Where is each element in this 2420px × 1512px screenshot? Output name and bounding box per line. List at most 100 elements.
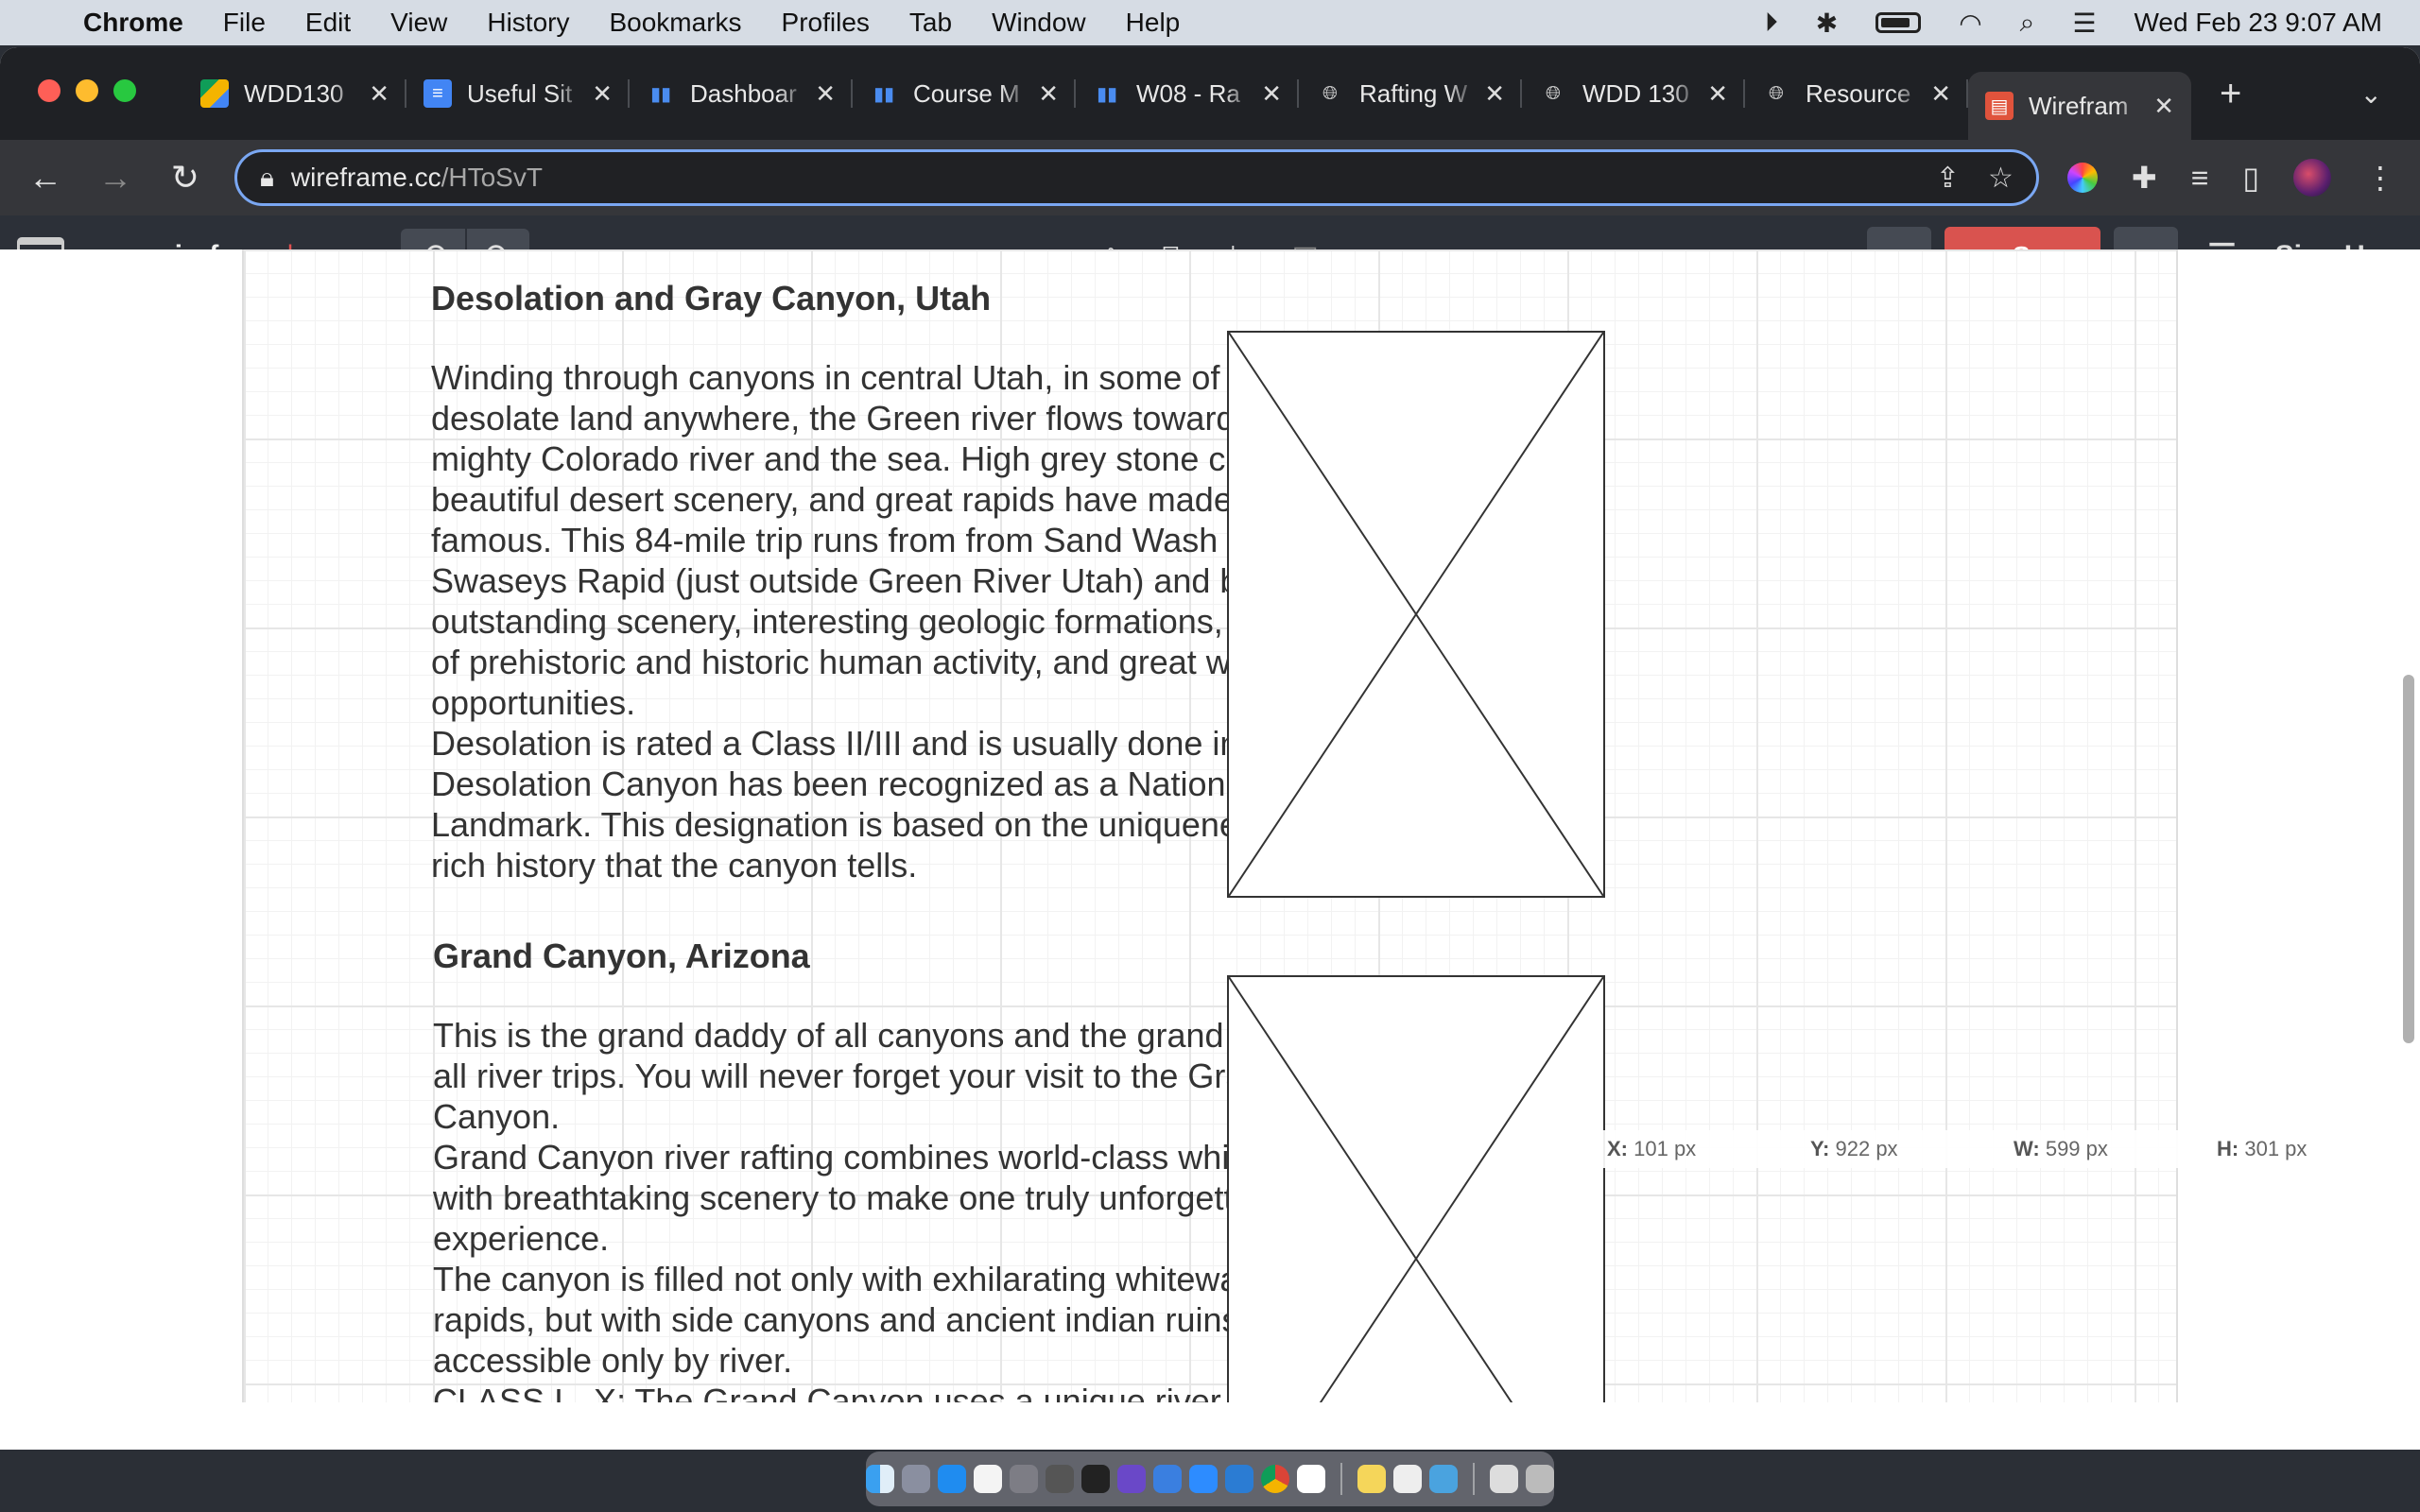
preview-icon[interactable] bbox=[1429, 1465, 1458, 1493]
menu-history[interactable]: History bbox=[487, 8, 569, 38]
close-icon[interactable]: ✕ bbox=[1038, 79, 1059, 109]
image-placeholder[interactable] bbox=[1227, 975, 1605, 1402]
menu-edit[interactable]: Edit bbox=[305, 8, 351, 38]
app-store-icon[interactable] bbox=[938, 1465, 966, 1493]
textedit-icon[interactable] bbox=[1393, 1465, 1422, 1493]
canvas-lms-icon: ▮▮ bbox=[1096, 83, 1117, 105]
side-panel-icon[interactable]: ▯ bbox=[2242, 160, 2259, 196]
placeholder-cross bbox=[1229, 333, 1603, 896]
browser-toolbar: ← → ↻ 🔒︎ wireframe.cc/HToSvT ⇪ ☆ ✚ ≡ ▯ ⋮ bbox=[0, 140, 2420, 215]
close-icon[interactable]: ✕ bbox=[1930, 79, 1951, 109]
menu-profiles[interactable]: Profiles bbox=[782, 8, 870, 38]
section-heading: Grand Canyon, Arizona bbox=[433, 936, 810, 975]
tab-wdd-130[interactable]: 🌐︎ WDD 130 ✕ bbox=[1522, 62, 1745, 125]
dock-separator bbox=[1340, 1463, 1342, 1495]
launchpad-icon[interactable] bbox=[902, 1465, 930, 1493]
zoom-window-button[interactable] bbox=[113, 79, 136, 102]
tab-w08[interactable]: ▮▮ W08 - Ra ✕ bbox=[1076, 62, 1299, 125]
bluetooth-off-icon[interactable]: ✱ bbox=[1816, 8, 1838, 39]
url-path: /HToSvT bbox=[441, 163, 543, 192]
tab-strip: WDD130 ✕ ≡ Useful Sit ✕ ▮▮ Dashboar ✕ ▮▮… bbox=[0, 47, 2420, 140]
battery-icon[interactable] bbox=[1876, 12, 1922, 33]
finder-icon[interactable] bbox=[866, 1465, 894, 1493]
teams-icon[interactable] bbox=[1153, 1465, 1182, 1493]
menu-view[interactable]: View bbox=[390, 8, 447, 38]
reload-icon[interactable]: ↻ bbox=[164, 158, 206, 198]
tab-useful-sites[interactable]: ≡ Useful Sit ✕ bbox=[406, 62, 630, 125]
calculator-icon[interactable] bbox=[1046, 1465, 1074, 1493]
globe-icon: 🌐︎ bbox=[1769, 82, 1784, 104]
wireframe-sheet[interactable]: Desolation and Gray Canyon, Utah Winding… bbox=[242, 249, 2178, 1402]
notes-icon[interactable] bbox=[1357, 1465, 1386, 1493]
menubar-clock[interactable]: Wed Feb 23 9:07 AM bbox=[2134, 8, 2382, 38]
close-window-button[interactable] bbox=[38, 79, 60, 102]
share-icon[interactable]: ⇪ bbox=[1936, 162, 1960, 195]
placeholder-cross bbox=[1229, 977, 1603, 1402]
close-icon[interactable]: ✕ bbox=[2153, 92, 2174, 121]
menu-window[interactable]: Window bbox=[992, 8, 1086, 38]
back-arrow-icon[interactable]: ← bbox=[25, 158, 66, 198]
window-controls bbox=[38, 79, 136, 102]
more-vertical-icon[interactable]: ⋮ bbox=[2365, 160, 2395, 196]
color-picker-extension-icon[interactable] bbox=[2066, 163, 2098, 193]
close-icon[interactable]: ✕ bbox=[1707, 79, 1728, 109]
wireframe-cc-icon: ▤ bbox=[1985, 92, 2014, 120]
dock-separator bbox=[1473, 1463, 1475, 1495]
calendar-icon[interactable] bbox=[974, 1465, 1002, 1493]
tab-resources[interactable]: 🌐︎ Resource ✕ bbox=[1745, 62, 1968, 125]
vertical-scrollbar[interactable] bbox=[2403, 675, 2414, 1043]
forward-arrow-icon[interactable]: → bbox=[95, 158, 136, 198]
macos-dock bbox=[866, 1452, 1554, 1506]
bookmark-star-icon[interactable]: ☆ bbox=[1988, 162, 2014, 195]
tab-rafting[interactable]: 🌐︎ Rafting W ✕ bbox=[1299, 62, 1522, 125]
tab-search-chevron-icon[interactable]: ⌄ bbox=[2360, 78, 2382, 110]
canvas-lms-icon: ▮▮ bbox=[873, 83, 894, 105]
affinity-icon[interactable] bbox=[1117, 1465, 1146, 1493]
vscode-icon[interactable] bbox=[1225, 1465, 1253, 1493]
play-circle-icon[interactable]: ⏵ bbox=[1765, 8, 1778, 39]
y-readout: Y: 922 px bbox=[1810, 1137, 1898, 1160]
url-domain: wireframe.cc bbox=[290, 163, 441, 192]
document-icon[interactable] bbox=[1490, 1465, 1518, 1493]
tab-wireframe[interactable]: ▤ Wirefram ✕ bbox=[1968, 72, 2191, 140]
spotlight-search-icon[interactable]: ⌕ bbox=[2020, 8, 2035, 39]
address-bar[interactable]: 🔒︎ wireframe.cc/HToSvT ⇪ ☆ bbox=[234, 149, 2039, 206]
puzzle-extensions-icon[interactable]: ✚ bbox=[2132, 160, 2157, 196]
trash-icon[interactable] bbox=[1526, 1465, 1554, 1493]
minimize-window-button[interactable] bbox=[76, 79, 98, 102]
close-icon[interactable]: ✕ bbox=[369, 79, 389, 109]
menu-app-chrome[interactable]: Chrome bbox=[83, 8, 183, 38]
control-center-icon[interactable]: ☰ bbox=[2072, 8, 2096, 39]
lock-icon[interactable]: 🔒︎ bbox=[260, 163, 274, 194]
tab-wdd130-drive[interactable]: WDD130 ✕ bbox=[183, 62, 406, 125]
wireframe-canvas[interactable]: Desolation and Gray Canyon, Utah Winding… bbox=[0, 249, 2420, 1402]
zoom-icon[interactable] bbox=[1189, 1465, 1218, 1493]
image-placeholder[interactable] bbox=[1227, 331, 1605, 898]
menu-bookmarks[interactable]: Bookmarks bbox=[609, 8, 741, 38]
system-preferences-icon[interactable] bbox=[1010, 1465, 1038, 1493]
tab-course-modules[interactable]: ▮▮ Course M ✕ bbox=[853, 62, 1076, 125]
close-icon[interactable]: ✕ bbox=[1261, 79, 1282, 109]
canvas-lms-icon: ▮▮ bbox=[649, 83, 671, 105]
wifi-icon[interactable]: ◠ bbox=[1959, 8, 1981, 39]
media-control-icon[interactable]: ≡ bbox=[2191, 161, 2209, 196]
profile-avatar[interactable] bbox=[2293, 159, 2331, 197]
close-icon[interactable]: ✕ bbox=[815, 79, 836, 109]
globe-icon: 🌐︎ bbox=[1546, 82, 1561, 104]
google-drive-icon bbox=[200, 79, 229, 108]
globe-icon: 🌐︎ bbox=[1322, 82, 1338, 104]
drive-icon[interactable] bbox=[1297, 1465, 1325, 1493]
new-tab-plus-icon[interactable]: + bbox=[2220, 73, 2241, 115]
menu-help[interactable]: Help bbox=[1126, 8, 1181, 38]
close-icon[interactable]: ✕ bbox=[592, 79, 613, 109]
close-icon[interactable]: ✕ bbox=[1484, 79, 1505, 109]
menu-file[interactable]: File bbox=[223, 8, 266, 38]
google-docs-icon: ≡ bbox=[424, 79, 452, 108]
tab-dashboard[interactable]: ▮▮ Dashboar ✕ bbox=[630, 62, 853, 125]
selection-info-bar: X: 101 px Y: 922 px W: 599 px H: 301 px bbox=[1588, 1130, 2401, 1168]
chrome-icon[interactable] bbox=[1261, 1465, 1289, 1493]
h-readout: H: 301 px bbox=[2217, 1137, 2308, 1160]
menu-tab[interactable]: Tab bbox=[909, 8, 952, 38]
section-heading: Desolation and Gray Canyon, Utah bbox=[431, 279, 992, 318]
terminal-icon[interactable] bbox=[1081, 1465, 1110, 1493]
